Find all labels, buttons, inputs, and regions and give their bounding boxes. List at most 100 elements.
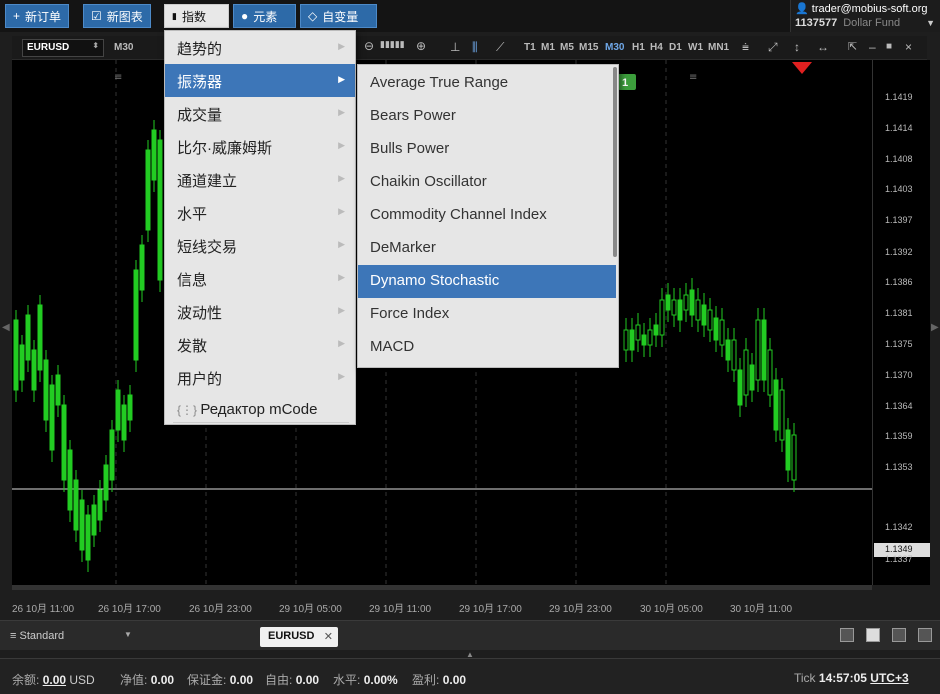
vertical-line-icon[interactable]: ↕ bbox=[794, 40, 800, 54]
marker-triangle bbox=[792, 62, 812, 74]
maximize-icon[interactable]: ■ bbox=[886, 41, 892, 52]
candle-chart-type-icon[interactable]: ⫼ bbox=[472, 40, 478, 55]
candle bbox=[743, 349, 749, 396]
tf-d1[interactable]: D1 bbox=[669, 42, 682, 53]
tf-w1[interactable]: W1 bbox=[688, 42, 703, 53]
tf-m1[interactable]: M1 bbox=[541, 42, 555, 53]
profit-value: 0.00 bbox=[442, 673, 467, 687]
close-icon[interactable]: × bbox=[905, 40, 912, 54]
menu-item[interactable]: 信息 ▶ bbox=[165, 262, 355, 295]
layout-columns-icon[interactable] bbox=[892, 628, 906, 642]
chevron-down-icon[interactable]: ▼ bbox=[926, 18, 935, 28]
candle bbox=[671, 299, 677, 316]
tab-eurusd[interactable]: EURUSD ✕ bbox=[260, 627, 338, 647]
mcode-editor-label: Редактор mCode bbox=[200, 401, 318, 418]
candle bbox=[91, 504, 97, 536]
menu-item[interactable]: 成交量 ▶ bbox=[165, 97, 355, 130]
expand-icon[interactable]: ⤢ bbox=[768, 40, 778, 55]
scroll-right-icon[interactable]: ▶ bbox=[931, 322, 939, 333]
submenu-item[interactable]: Bulls Power bbox=[358, 133, 616, 166]
timezone-selector[interactable]: UTC+3 bbox=[870, 671, 908, 685]
account-panel[interactable]: 👤 trader@mobius-soft.org 1137577 Dollar F… bbox=[790, 0, 940, 32]
tf-mn1[interactable]: MN1 bbox=[708, 42, 729, 53]
candle bbox=[719, 319, 725, 346]
menu-item-label: 发散 bbox=[177, 338, 208, 355]
indicators-button[interactable]: ▮ 指数 bbox=[164, 4, 229, 28]
line-chart-type-icon[interactable]: ⟋ bbox=[496, 40, 504, 55]
zoom-out-icon[interactable]: ⊖ bbox=[364, 39, 374, 53]
submenu-item[interactable]: Average True Range bbox=[358, 67, 616, 100]
menu-item[interactable]: 振荡器 ▶ bbox=[165, 64, 355, 97]
main-toolbar: + 新订单 ☑ 新图表 ▮ 指数 ● 元素 ◇ 自变量 👤 trader@mobius-s… bbox=[0, 0, 940, 32]
scroll-left-icon[interactable]: ◀ bbox=[2, 322, 10, 333]
tf-m5[interactable]: M5 bbox=[560, 42, 574, 53]
horizontal-line-icon[interactable]: ↔ bbox=[817, 40, 829, 54]
submenu-item[interactable]: Commodity Channel Index bbox=[358, 199, 616, 232]
zoom-in-icon[interactable]: ⊕ bbox=[416, 39, 426, 53]
elements-button[interactable]: ● 元素 bbox=[233, 4, 296, 28]
margin-value: 0.00 bbox=[229, 673, 254, 687]
submenu-item[interactable]: Force Index bbox=[358, 298, 616, 331]
new-chart-button[interactable]: ☑ 新图表 bbox=[83, 4, 151, 28]
submenu-item[interactable]: MACD bbox=[358, 331, 616, 364]
menu-item-label: 信息 bbox=[177, 272, 208, 289]
menu-item[interactable]: 波动性 ▶ bbox=[165, 295, 355, 328]
menu-item[interactable]: 用户的 ▶ bbox=[165, 361, 355, 394]
submenu-item[interactable]: DeMarker bbox=[358, 232, 616, 265]
variables-button[interactable]: ◇ 自变量 bbox=[300, 4, 377, 28]
submenu-item[interactable]: Bears Power bbox=[358, 100, 616, 133]
price-tick-label: 1.1370 bbox=[885, 370, 913, 380]
layout-grid-icon[interactable] bbox=[866, 628, 880, 642]
candle bbox=[97, 489, 103, 521]
menu-item[interactable]: 比尔·威廉姆斯 ▶ bbox=[165, 130, 355, 163]
submenu-item[interactable]: Dynamo Stochastic bbox=[358, 265, 616, 298]
candle bbox=[653, 324, 659, 336]
candle bbox=[683, 294, 689, 311]
variables-label: 自变量 bbox=[322, 9, 359, 24]
close-tab-icon[interactable]: ✕ bbox=[324, 630, 333, 643]
new-order-button[interactable]: + 新订单 bbox=[5, 4, 70, 28]
detach-icon[interactable]: ⇱ bbox=[848, 40, 857, 53]
menu-item-label: 水平 bbox=[177, 206, 208, 223]
candle bbox=[103, 464, 109, 501]
tf-m30[interactable]: M30 bbox=[605, 42, 624, 53]
symbol-selector[interactable]: EURUSD ⬍ bbox=[22, 39, 104, 57]
session-marker-icon: ≡ bbox=[114, 72, 122, 83]
candle bbox=[13, 319, 19, 391]
menu-item[interactable]: 趋势的 ▶ bbox=[165, 31, 355, 64]
workspace-label: Standard bbox=[19, 630, 65, 642]
tf-h4[interactable]: H4 bbox=[650, 42, 663, 53]
zoom-slider[interactable]: ▮▮▮▮▮ bbox=[380, 39, 405, 50]
menu-item[interactable]: 水平 ▶ bbox=[165, 196, 355, 229]
price-scale: 1.1349 1.1419 1.1414 1.1408 1.1403 1.1397 1.1… bbox=[872, 60, 930, 585]
mcode-editor-item[interactable]: {⋮} Редактор mCode bbox=[165, 394, 355, 427]
minimize-icon[interactable]: – bbox=[869, 40, 876, 54]
status-bar: 余额: 0.00 USD 净值: 0.00 保证金: 0.00 自由: 0.00… bbox=[0, 658, 940, 694]
candle bbox=[791, 434, 797, 481]
tf-m15[interactable]: M15 bbox=[579, 42, 598, 53]
elements-icon: ● bbox=[241, 9, 249, 23]
time-tick-label: 30 10月 11:00 bbox=[730, 604, 793, 615]
menu-item[interactable]: 发散 ▶ bbox=[165, 328, 355, 361]
layout-single-icon[interactable] bbox=[840, 628, 854, 642]
workspace-selector[interactable]: ≡ Standard ▼ bbox=[10, 630, 132, 642]
candle bbox=[79, 499, 85, 551]
indicator-list-icon[interactable]: ⩧ bbox=[742, 40, 749, 55]
candle bbox=[713, 317, 719, 341]
submenu-arrow-icon: ▶ bbox=[338, 239, 345, 249]
bar-chart-type-icon[interactable]: ⊥ bbox=[450, 40, 460, 54]
server-time: 14:57:05 bbox=[818, 671, 867, 685]
tf-h1[interactable]: H1 bbox=[632, 42, 645, 53]
submenu-item[interactable]: Chaikin Oscillator bbox=[358, 166, 616, 199]
candle bbox=[115, 389, 121, 431]
menu-item[interactable]: 短线交易 ▶ bbox=[165, 229, 355, 262]
panel-toggle-icon[interactable]: ▲ bbox=[460, 650, 480, 659]
submenu-arrow-icon: ▶ bbox=[338, 140, 345, 150]
chart-badge-label: 1 bbox=[622, 77, 628, 89]
layout-rows-icon[interactable] bbox=[918, 628, 932, 642]
tf-t1[interactable]: T1 bbox=[524, 42, 536, 53]
candle bbox=[67, 449, 73, 511]
menu-item[interactable]: 通道建立 ▶ bbox=[165, 163, 355, 196]
price-tick-label: 1.1392 bbox=[885, 247, 913, 257]
user-icon: 👤 bbox=[795, 3, 809, 15]
